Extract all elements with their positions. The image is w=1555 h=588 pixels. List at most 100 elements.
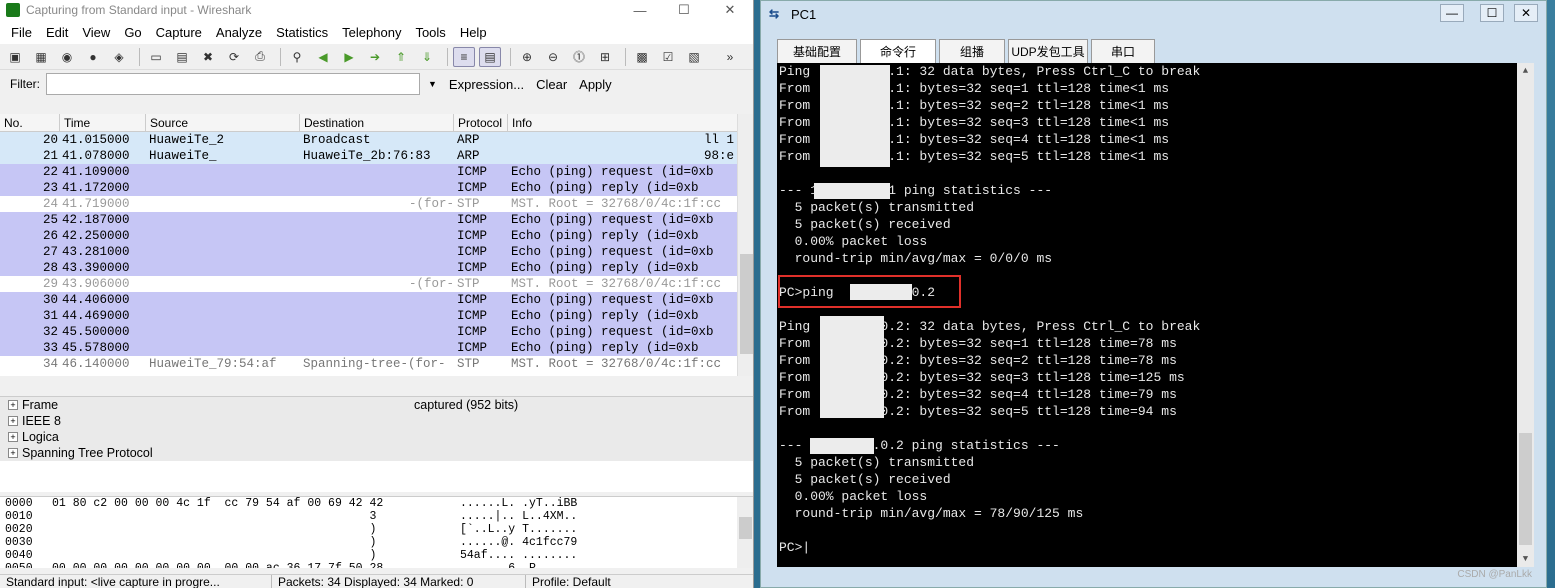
byte-row: 0000 01 80 c2 00 00 00 4c 1f cc 79 54 af … [0,497,753,510]
colorize-icon[interactable]: ≡ [453,46,475,67]
tab-2[interactable]: 组播 [939,39,1005,63]
menu-edit[interactable]: Edit [39,25,75,40]
forward-icon[interactable]: ▶ [338,47,360,67]
interfaces-icon[interactable]: ▣ [4,47,26,67]
stop-capture-icon[interactable]: ● [82,47,104,67]
expand-icon[interactable]: + [8,448,18,458]
more-tools-icon[interactable]: » [719,47,741,67]
maximize-icon[interactable]: ☐ [664,0,704,20]
filter-input[interactable] [46,73,420,95]
tab-0[interactable]: 基础配置 [777,39,857,63]
menu-telephony[interactable]: Telephony [335,25,408,40]
close-icon[interactable]: ✕ [710,0,750,20]
table-row[interactable]: 28 43.390000 ICMP Echo (ping) reply (id=0xb [0,260,753,276]
find-icon[interactable]: ⚲ [286,47,308,67]
console-line: From .0.2: bytes=32 seq=5 ttl=128 time=9… [779,404,1177,419]
packet-time: 44.406000 [62,293,130,307]
apply-button[interactable]: Apply [579,77,612,92]
filter-dropdown-icon[interactable]: ▼ [428,79,437,89]
col-info[interactable]: Info [508,114,753,132]
expand-icon[interactable]: + [8,400,18,410]
table-row[interactable]: 26 42.250000 ICMP Echo (ping) reply (id=0xb [0,228,753,244]
minimize-icon[interactable]: — [620,0,660,20]
command-console[interactable]: Ping .0.1: 32 data bytes, Press Ctrl_C t… [777,63,1534,567]
menu-tools[interactable]: Tools [408,25,452,40]
clear-button[interactable]: Clear [536,77,567,92]
expand-icon[interactable]: + [8,416,18,426]
packet-time: 41.015000 [62,133,130,147]
table-row[interactable]: 33 45.578000 ICMP Echo (ping) reply (id=0xb [0,340,753,356]
scroll-up-icon[interactable]: ▲ [1517,63,1534,79]
col-time[interactable]: Time [60,114,146,132]
goto-icon[interactable]: ➔ [364,47,386,67]
back-icon[interactable]: ◀ [312,47,334,67]
menu-file[interactable]: File [4,25,39,40]
packet-time: 45.578000 [62,341,130,355]
table-row[interactable]: 24 41.719000 -(for- STP MST. Root = 32768/0/… [0,196,753,212]
status-bar: Standard input: <live capture in progre.… [0,574,753,588]
console-line: 0.00% packet loss [779,489,928,504]
menu-statistics[interactable]: Statistics [269,25,335,40]
zoom-normal-icon[interactable]: ⓵ [568,47,590,67]
print-icon[interactable]: ⎙ [249,47,271,67]
close-file-icon[interactable]: ✖ [197,47,219,67]
bytes-scrollbar[interactable] [737,497,753,568]
col-source[interactable]: Source [146,114,300,132]
packet-time: 41.109000 [62,165,130,179]
table-row[interactable]: 21 41.078000 HuaweiTe_ HuaweiTe_2b:76:83 ARP… [0,148,753,164]
menu-view[interactable]: View [75,25,117,40]
table-row[interactable]: 31 44.469000 ICMP Echo (ping) reply (id=0xb [0,308,753,324]
save-icon[interactable]: ▤ [171,47,193,67]
packet-list-scrollbar[interactable] [737,114,753,376]
tab-3[interactable]: UDP发包工具 [1008,39,1088,63]
table-row[interactable]: 34 46.140000 HuaweiTe_79:54:af Spanning-tre… [0,356,753,372]
detail-row[interactable]: + Logica [0,429,753,445]
open-icon[interactable]: ▭ [145,47,167,67]
table-row[interactable]: 20 41.015000 HuaweiTe_2 Broadcast ARP ll 1 [0,132,753,148]
table-row[interactable]: 27 43.281000 ICMP Echo (ping) request (id=0… [0,244,753,260]
pc-close-icon[interactable]: ✕ [1514,4,1538,22]
table-row[interactable]: 23 41.172000 ICMP Echo (ping) reply (id=0xb [0,180,753,196]
detail-extra: captured (952 bits) [414,398,519,412]
display-filters-icon[interactable]: ☑ [657,47,679,67]
last-packet-icon[interactable]: ⇓ [416,47,438,67]
col-protocol[interactable]: Protocol [454,114,508,132]
detail-row[interactable]: + Spanning Tree Protocol [0,445,753,461]
zoom-in-icon[interactable]: ⊕ [516,47,538,67]
packet-info: Echo (ping) request (id=0xb [511,293,714,307]
table-row[interactable]: 32 45.500000 ICMP Echo (ping) request (id=0… [0,324,753,340]
packet-src: HuaweiTe_79:54:af [149,357,277,371]
console-scrollbar[interactable]: ▲ ▼ [1517,63,1534,567]
console-line: 5 packet(s) received [779,217,951,232]
table-row[interactable]: 29 43.906000 -(for- STP MST. Root = 32768/0/… [0,276,753,292]
table-row[interactable]: 30 44.406000 ICMP Echo (ping) request (id=0… [0,292,753,308]
reload-icon[interactable]: ⟳ [223,47,245,67]
menu-go[interactable]: Go [117,25,148,40]
table-row[interactable]: 22 41.109000 ICMP Echo (ping) request (id=0… [0,164,753,180]
col-destination[interactable]: Destination [300,114,454,132]
status-profile[interactable]: Profile: Default [526,575,753,588]
col-no[interactable]: No. [0,114,60,132]
menu-help[interactable]: Help [453,25,494,40]
restart-capture-icon[interactable]: ◈ [108,47,130,67]
tab-4[interactable]: 串口 [1091,39,1155,63]
resize-columns-icon[interactable]: ⊞ [594,47,616,67]
table-row[interactable]: 25 42.187000 ICMP Echo (ping) request (id=0… [0,212,753,228]
pc-maximize-icon[interactable]: ☐ [1480,4,1504,22]
start-capture-icon[interactable]: ◉ [56,47,78,67]
menu-analyze[interactable]: Analyze [209,25,269,40]
pc-minimize-icon[interactable]: — [1440,4,1464,22]
zoom-out-icon[interactable]: ⊖ [542,47,564,67]
scroll-down-icon[interactable]: ▼ [1517,551,1534,567]
first-packet-icon[interactable]: ⇑ [390,47,412,67]
coloring-rules-icon[interactable]: ▧ [683,47,705,67]
autoscroll-icon[interactable]: ▤ [479,46,501,67]
expression-button[interactable]: Expression... [449,77,524,92]
tab-1[interactable]: 命令行 [860,39,936,63]
capture-filters-icon[interactable]: ▩ [631,47,653,67]
expand-icon[interactable]: + [8,432,18,442]
detail-row[interactable]: + IEEE 8 [0,413,753,429]
detail-row[interactable]: + Frame captured (952 bits) [0,397,753,413]
menu-capture[interactable]: Capture [149,25,209,40]
options-icon[interactable]: ▦ [30,47,52,67]
